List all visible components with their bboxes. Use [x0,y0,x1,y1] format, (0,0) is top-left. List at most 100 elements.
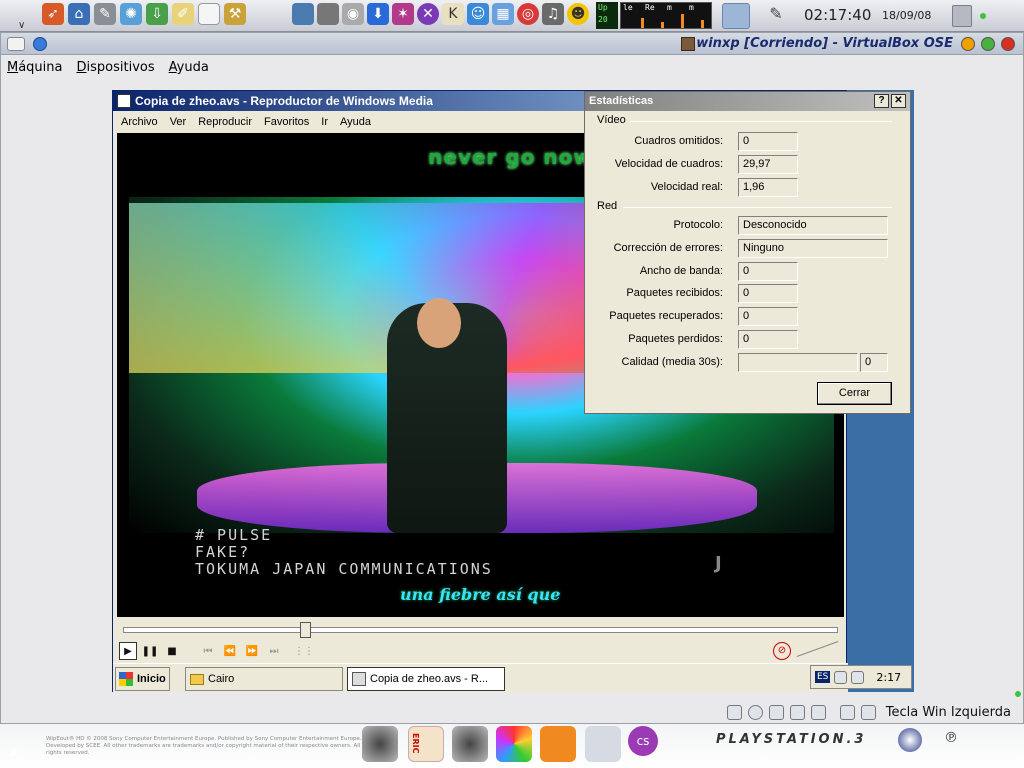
media-player-icon [117,94,131,108]
users-icon[interactable]: ☺ [467,3,489,25]
dropped-frames-label: Cuadros omitidos: [634,135,723,147]
vbox-titlebar: winxp [Corriendo] - VirtualBox OSE [1,33,1023,55]
dropped-frames-value: 0 [738,132,798,151]
credit-line: FAKE? [195,543,251,561]
globe-dock-icon[interactable] [898,728,922,752]
system-monitor-graph: le Re m m [620,2,712,29]
display-tray-icon[interactable] [851,670,865,684]
menu-devices[interactable]: Dispositivos [77,60,155,75]
menu-play[interactable]: Reproducir [198,116,252,128]
notes-icon[interactable]: ✐ [172,3,194,25]
folder-dock-icon[interactable] [540,726,576,762]
system-tray: ES 2:17 [810,665,912,689]
network-tray-icon[interactable] [834,670,848,684]
download-icon[interactable]: ⇩ [146,3,168,25]
headphones-dock-icon-2[interactable] [452,726,488,762]
previous-icon[interactable]: ⏮ [199,642,217,660]
camera-icon[interactable]: ◉ [342,3,364,25]
window-menu-icon[interactable] [7,37,25,51]
help-button[interactable]: ? [874,94,889,108]
mute-icon[interactable]: ⊘ [773,642,791,660]
k-icon[interactable]: K [442,3,464,25]
minimize-icon[interactable] [961,37,975,51]
statistics-titlebar[interactable]: Estadísticas ? ✕ [585,92,910,111]
panel-handle-icon[interactable]: ∨ [18,20,30,31]
close-icon[interactable]: ✕ [891,94,906,108]
menu-file[interactable]: Archivo [121,116,158,128]
menu-favorites[interactable]: Favoritos [264,116,309,128]
status-led-icon [1015,691,1021,697]
drive-icon[interactable] [292,3,314,25]
close-button[interactable]: Cerrar [817,382,892,405]
video-singer-head-image [417,298,461,348]
language-indicator[interactable]: ES [815,671,831,683]
plug-icon[interactable]: ✎ [764,4,788,28]
grid-icon[interactable]: ▦ [492,3,514,25]
tray-clock[interactable]: 2:17 [876,671,901,684]
quality-label: Calidad (media 30s): [621,356,724,368]
sticky-icon[interactable] [33,37,47,51]
headphones-icon[interactable]: ♫ [542,3,564,25]
menu-help[interactable]: Ayuda [340,116,371,128]
floppy-icon[interactable] [768,704,784,720]
sysmon-bar [681,14,684,28]
network-icon[interactable] [789,704,805,720]
stop-icon[interactable]: ■ [163,642,181,660]
speaker-icon[interactable] [317,3,339,25]
start-button[interactable]: Inicio [115,667,170,691]
menu-machine[interactable]: Máquina [7,60,63,75]
maximize-icon[interactable] [981,37,995,51]
volume-slider[interactable] [797,639,841,659]
windows-logo-icon [119,672,133,686]
netmon-up-label: Up [598,3,608,12]
close-icon[interactable] [1001,37,1015,51]
trash-icon[interactable] [952,5,972,27]
mouse-integration-icon[interactable] [839,704,855,720]
playlist-icon[interactable]: ⋮⋮ [294,642,314,660]
statistics-title: Estadísticas [589,95,654,107]
broom-icon[interactable]: ✎ [94,3,116,25]
play-icon[interactable]: ▶ [119,642,137,660]
vbox-window-title: winxp [Corriendo] - VirtualBox OSE [696,36,953,51]
seek-thumb[interactable] [300,622,311,638]
cd-icon[interactable] [747,704,763,720]
bug-icon[interactable]: ✶ [392,3,414,25]
credit-line: # PULSE [195,526,273,544]
rewind-icon[interactable]: ⏪ [221,642,239,660]
network-monitor: Up 20 [596,2,618,29]
packets-lost-value: 0 [738,330,798,349]
menu-go[interactable]: Ir [321,116,328,128]
cs-dock-icon[interactable]: cs [628,726,658,756]
lifebuoy-icon[interactable]: ◎ [517,3,539,25]
packets-received-label: Paquetes recibidos: [626,287,723,299]
home-icon[interactable]: ⌂ [68,3,90,25]
pause-icon[interactable]: ❚❚ [141,642,159,660]
packets-lost-label: Paquetes perdidos: [628,333,723,345]
network-icon[interactable]: ✺ [120,3,142,25]
blank-dock-icon[interactable] [585,726,621,762]
ps-symbol-icon: ℗ [944,730,958,746]
menu-view[interactable]: Ver [170,116,187,128]
desktop-switcher-icon[interactable] [722,3,750,29]
shared-folder-icon[interactable] [810,704,826,720]
seek-bar[interactable] [123,622,838,638]
taskbar-item-media-player[interactable]: Copia de zheo.avs - R... [347,667,505,691]
keyboard-capture-icon[interactable] [860,704,876,720]
hard-disk-icon[interactable] [726,704,742,720]
taskbar-item-cairo[interactable]: Cairo [185,667,343,691]
rocket-icon[interactable]: ➶ [42,3,64,25]
arrow-down-icon[interactable]: ⬇ [367,3,389,25]
smiley-icon[interactable]: ☻ [567,3,589,25]
blank-doc-icon[interactable] [198,3,220,25]
error-correction-label: Corrección de errores: [613,242,723,254]
menu-help[interactable]: Ayuda [169,60,209,75]
video-credit: # PULSE FAKE? TOKUMA JAPAN COMMUNICATION… [195,527,493,578]
headphones-dock-icon[interactable] [362,726,398,762]
next-icon[interactable]: ⏭ [265,642,283,660]
cancel-circle-icon[interactable]: ✕ [417,3,439,25]
clock-time[interactable]: 02:17:40 [804,6,871,24]
wrench-icon[interactable]: ⚒ [224,3,246,25]
fast-forward-icon[interactable]: ⏩ [243,642,261,660]
palette-dock-icon[interactable] [496,726,532,762]
eric-dock-icon[interactable]: ERIC [408,726,444,762]
